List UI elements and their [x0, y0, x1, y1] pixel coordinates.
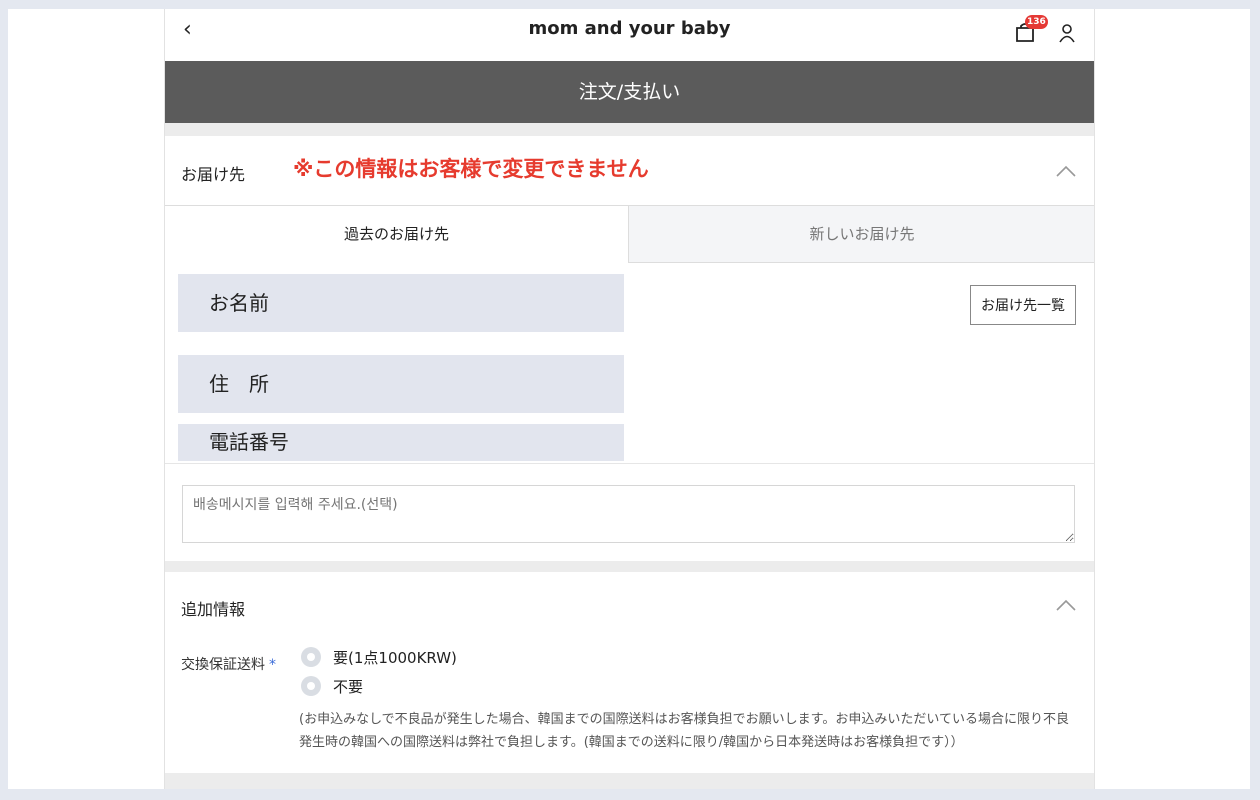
address-list-button[interactable]: お届け先一覧	[970, 285, 1076, 325]
phone-field: 電話番号	[178, 424, 624, 461]
exchange-note: (お申込みなしで不良品が発生した場合、韓国までの国際送料はお客様負担でお願いしま…	[299, 708, 1089, 754]
chevron-up-icon[interactable]	[1056, 165, 1076, 177]
section-divider	[165, 561, 1094, 572]
section-divider	[165, 123, 1094, 136]
radio-label: 不要	[333, 678, 364, 696]
tab-past-address[interactable]: 過去のお届け先	[165, 206, 628, 262]
required-mark: *	[269, 657, 276, 673]
option-label-text: 交換保証送料	[181, 657, 265, 673]
radio-button[interactable]	[301, 647, 321, 667]
exchange-shipping-label: 交換保証送料 *	[181, 654, 276, 674]
cart-count-badge: 136	[1025, 15, 1048, 29]
note-line: 発生時の韓国への国際送料は弊社で負担します。(韓国までの送料に限り/韓国から日本…	[299, 735, 964, 750]
page-title: 注文/支払い	[165, 61, 1094, 123]
brand-title[interactable]: mom and your baby	[165, 18, 1094, 39]
warning-text: ※この情報はお客様で変更できません	[293, 157, 649, 181]
shipping-tabs: 過去のお届け先 新しいお届け先	[165, 205, 1094, 263]
additional-label: 追加情報	[181, 600, 246, 619]
additional-section-header[interactable]: 追加情報	[165, 572, 1094, 642]
note-line: (お申込みなしで不良品が発生した場合、韓国までの国際送料はお客様負担でお願いしま…	[299, 712, 1069, 727]
delivery-message-input[interactable]	[182, 485, 1075, 543]
divider	[165, 463, 1094, 464]
section-divider	[165, 773, 1094, 789]
user-icon[interactable]	[1057, 23, 1077, 43]
radio-button[interactable]	[301, 676, 321, 696]
shipping-section-header[interactable]: お届け先 ※この情報はお客様で変更できません	[165, 136, 1094, 206]
tab-new-address[interactable]: 新しいお届け先	[628, 206, 1094, 263]
chevron-up-icon[interactable]	[1056, 599, 1076, 611]
name-field: お名前	[178, 274, 624, 332]
checkout-page: ‹ mom and your baby 136 注文/支払い お届け先 ※この情…	[164, 9, 1095, 789]
shipping-label: お届け先	[181, 165, 246, 184]
radio-label: 要(1点1000KRW)	[333, 649, 457, 667]
address-field: 住 所	[178, 355, 624, 413]
top-bar: ‹ mom and your baby 136	[165, 9, 1094, 61]
